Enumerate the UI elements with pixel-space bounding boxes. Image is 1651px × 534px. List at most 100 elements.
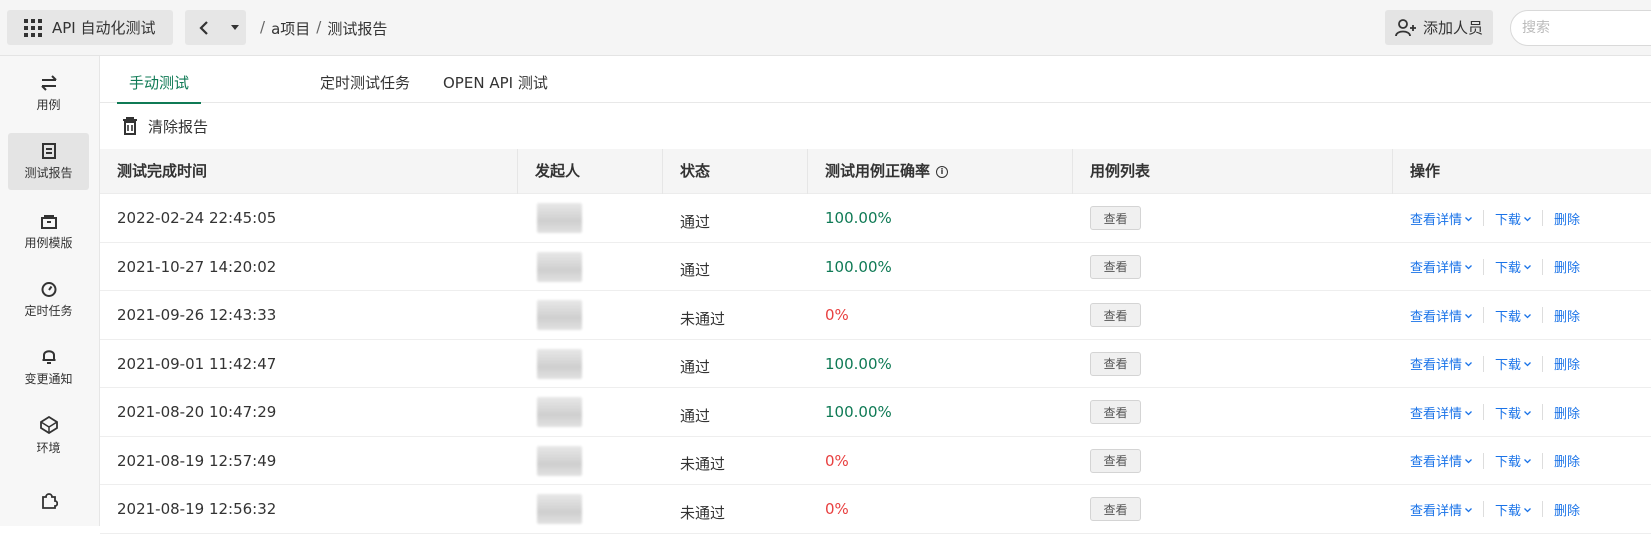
view-cases-button[interactable]: 查看 [1090, 400, 1141, 424]
sidebar-item-notifications[interactable]: 变更通知 [8, 339, 89, 396]
view-details-dropdown[interactable]: 查看详情 [1410, 354, 1472, 373]
chevron-down-icon [1524, 405, 1531, 420]
app-title: API 自动化测试 [52, 19, 156, 37]
tab-scheduled-test[interactable]: 定时测试任务 [320, 72, 410, 102]
status-text: 通过 [680, 358, 711, 376]
add-member-label: 添加人员 [1423, 19, 1484, 37]
download-dropdown[interactable]: 下载 [1495, 209, 1531, 228]
delete-link[interactable]: 删除 [1554, 451, 1580, 470]
view-details-dropdown[interactable]: 查看详情 [1410, 257, 1472, 276]
delete-link[interactable]: 删除 [1554, 257, 1580, 276]
view-details-dropdown[interactable]: 查看详情 [1410, 209, 1472, 228]
view-details-dropdown[interactable]: 查看详情 [1410, 451, 1472, 470]
add-member-button[interactable]: 添加人员 [1385, 10, 1493, 45]
table-row: 2021-08-19 12:56:32 未通过 0% 查看 查看详情 下载 删除 [100, 485, 1651, 534]
initiator-avatar [520, 388, 665, 436]
search-input[interactable]: 搜索 [1510, 10, 1651, 46]
redacted-initiator [537, 445, 582, 476]
initiator-avatar [520, 194, 665, 242]
delete-link[interactable]: 删除 [1554, 354, 1580, 373]
view-cases-button[interactable]: 查看 [1090, 254, 1141, 279]
chevron-down-icon [1465, 308, 1472, 323]
header-finish-time: 测试完成时间 [100, 149, 518, 194]
chevron-down-icon [1465, 405, 1472, 420]
redacted-initiator [537, 348, 582, 379]
actions-cell: 查看详情 下载 删除 [1393, 243, 1651, 291]
view-cases-button[interactable]: 查看 [1090, 351, 1141, 376]
navigation-button[interactable] [185, 10, 246, 45]
redacted-initiator [537, 203, 582, 233]
view-cases-button[interactable]: 查看 [1090, 303, 1141, 327]
sidebar-item-test-report[interactable]: 测试报告 [8, 133, 89, 190]
finish-time: 2021-10-27 14:20:02 [117, 257, 277, 276]
status-text: 未通过 [680, 455, 726, 473]
view-details-dropdown[interactable]: 查看详情 [1410, 403, 1472, 422]
clear-report-button[interactable]: 清除报告 [148, 116, 208, 137]
tab-manual-test[interactable]: 手动测试 [117, 72, 202, 104]
table-row: 2021-09-26 12:43:33 未通过 0% 查看 查看详情 下载 删除 [100, 291, 1651, 340]
header-status: 状态 [663, 149, 808, 194]
redacted-initiator [537, 300, 582, 330]
download-dropdown[interactable]: 下载 [1495, 306, 1531, 325]
sidebar-item-cases[interactable]: 用例 [8, 65, 89, 122]
pass-rate: 0% [825, 306, 849, 324]
report-tabs: 手动测试 定时测试任务 OPEN API 测试 [100, 56, 1651, 104]
toolbar: 清除报告 [100, 103, 1651, 149]
case-list-cell: 查看 [1073, 340, 1393, 388]
chevron-down-icon [1465, 356, 1472, 371]
delete-link[interactable]: 删除 [1554, 403, 1580, 422]
sidebar-item-templates[interactable]: 用例模版 [8, 204, 89, 261]
initiator-avatar [520, 437, 665, 485]
template-icon [40, 214, 57, 229]
pass-rate: 100.00% [825, 354, 892, 373]
delete-link[interactable]: 删除 [1554, 500, 1580, 519]
app-switcher-button[interactable]: API 自动化测试 [7, 10, 173, 45]
delete-link[interactable]: 删除 [1554, 209, 1580, 228]
sidebar-item-environment[interactable]: 环境 [8, 407, 89, 464]
tab-openapi-test[interactable]: OPEN API 测试 [443, 72, 548, 102]
table-row: 2021-09-01 11:42:47 通过 100.00% 查看 查看详情 下… [100, 340, 1651, 388]
report-table: 测试完成时间 发起人 状态 测试用例正确率 i 用例列表 操作 2022-02-2… [100, 149, 1651, 534]
chevron-down-icon [1524, 502, 1531, 517]
caret-down-icon[interactable] [223, 25, 246, 30]
case-list-cell: 查看 [1073, 243, 1393, 291]
download-dropdown[interactable]: 下载 [1495, 354, 1531, 373]
status-text: 通过 [680, 261, 711, 279]
header-pass-rate: 测试用例正确率 i [808, 149, 1073, 194]
environment-icon [39, 415, 58, 434]
pass-rate: 100.00% [825, 257, 892, 276]
download-dropdown[interactable]: 下载 [1495, 257, 1531, 276]
download-dropdown[interactable]: 下载 [1495, 403, 1531, 422]
app-grid-icon [24, 18, 42, 37]
table-row: 2021-10-27 14:20:02 通过 100.00% 查看 查看详情 下… [100, 243, 1651, 291]
chevron-down-icon [1524, 259, 1531, 274]
breadcrumb-current: 测试报告 [327, 20, 388, 38]
initiator-avatar [520, 291, 665, 339]
top-bar: API 自动化测试 / a项目 / 测试报告 添加人员 搜索 [0, 0, 1651, 56]
delete-link[interactable]: 删除 [1554, 306, 1580, 325]
finish-time: 2021-08-20 10:47:29 [117, 403, 277, 421]
view-cases-button[interactable]: 查看 [1090, 448, 1141, 473]
sidebar-item-scheduled[interactable]: 定时任务 [8, 271, 89, 328]
redacted-initiator [537, 397, 582, 427]
header-actions: 操作 [1410, 162, 1441, 180]
bell-icon [42, 350, 55, 364]
status-text: 通过 [680, 406, 711, 425]
download-dropdown[interactable]: 下载 [1495, 500, 1531, 519]
view-cases-button[interactable]: 查看 [1090, 206, 1141, 230]
view-details-dropdown[interactable]: 查看详情 [1410, 306, 1472, 325]
sidebar-item-plugins[interactable] [8, 474, 89, 531]
breadcrumb-project[interactable]: a项目 [271, 18, 310, 39]
case-list-cell: 查看 [1073, 388, 1393, 436]
back-arrow-icon[interactable] [185, 20, 223, 35]
finish-time: 2022-02-24 22:45:05 [117, 209, 277, 227]
view-cases-button[interactable]: 查看 [1090, 497, 1141, 521]
actions-cell: 查看详情 下载 删除 [1393, 194, 1651, 242]
view-details-dropdown[interactable]: 查看详情 [1410, 500, 1472, 519]
table-row: 2022-02-24 22:45:05 通过 100.00% 查看 查看详情 下… [100, 194, 1651, 243]
actions-cell: 查看详情 下载 删除 [1393, 340, 1651, 388]
trash-icon[interactable] [122, 117, 138, 135]
download-dropdown[interactable]: 下载 [1495, 451, 1531, 470]
info-icon[interactable]: i [936, 165, 949, 178]
case-list-cell: 查看 [1073, 194, 1393, 242]
